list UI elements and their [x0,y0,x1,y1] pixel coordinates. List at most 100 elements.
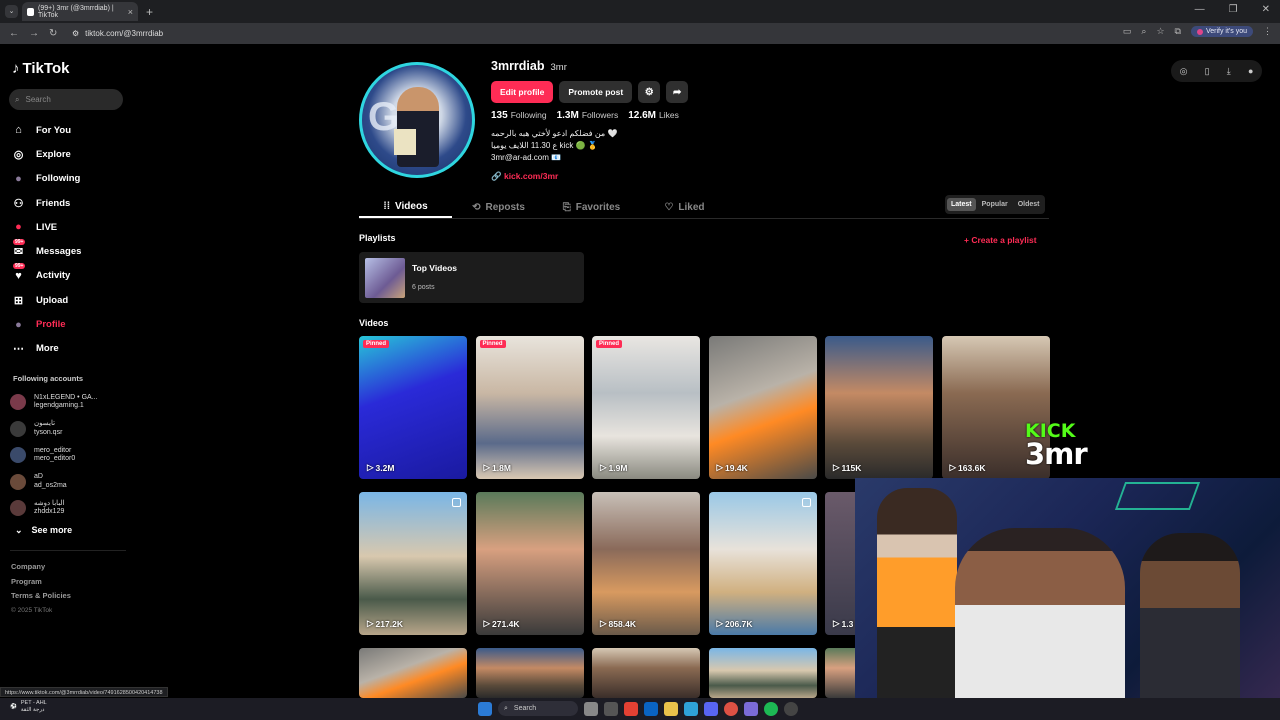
account-handle: tyson.qsr [34,428,63,436]
video-thumbnail[interactable]: Pinned ▷ 1.9M [592,336,700,479]
sidebar-item-explore[interactable]: ◎ Explore [10,142,81,166]
webcam-person-boy [1140,533,1240,720]
bookmark-star-icon[interactable]: ☆ [1156,26,1164,37]
video-thumbnail[interactable]: ▷ 19.4K [708,336,817,479]
app-icon[interactable] [744,701,758,716]
video-thumbnail[interactable]: Pinned ▷ 3.2M [359,336,467,479]
browser-tab[interactable]: (99+) 3mr (@3mrrdiab) | TikTok × [22,2,138,21]
verify-profile-button[interactable]: Verify it's you [1190,26,1253,37]
tab-reposts[interactable]: ⟲ Reposts [452,196,545,218]
sidebar-item-live[interactable]: ● LIVE [10,215,81,239]
video-thumbnail[interactable]: ▷ 858.4K [592,492,700,635]
discord-icon[interactable] [704,701,718,716]
sort-popular[interactable]: Popular [978,198,1012,211]
sidebar-item-following[interactable]: ● Following [10,167,81,191]
video-thumbnail[interactable]: ▷ 115K [825,336,933,479]
minimize-icon[interactable]: — [1195,4,1205,15]
following-account[interactable]: mero_editor mero_editor0 [10,442,98,469]
tab-videos[interactable]: ⁞⁞ Videos [359,196,452,218]
close-window-icon[interactable]: ✕ [1262,4,1270,15]
profile-avatar[interactable]: G [359,62,475,178]
video-thumbnail[interactable]: ▷ 271.4K [475,492,584,635]
footer-link-terms[interactable]: Terms & Policies [11,589,71,604]
create-playlist-button[interactable]: + Create a playlist [964,235,1037,245]
promote-post-button[interactable]: Promote post [559,81,633,103]
close-tab-icon[interactable]: × [128,7,133,17]
video-thumbnail[interactable] [592,648,700,698]
sidebar-item-activity[interactable]: ♥ 99+ Activity [10,263,81,288]
sort-oldest[interactable]: Oldest [1014,198,1044,211]
video-thumbnail[interactable] [708,648,817,698]
right-toolbar: ◎ ▯ ⤓ ● [1171,60,1262,82]
browser-tabbar: ⌄ (99+) 3mr (@3mrrdiab) | TikTok × + — ❐… [0,0,1280,23]
video-thumbnail[interactable]: ▷ 206.7K [708,492,817,635]
share-icon[interactable]: ➦ [666,81,689,103]
taskbar-search[interactable]: ⌕ Search [498,701,578,716]
following-account[interactable]: N1xLEGEND • GA... legendgaming.1 [10,389,98,416]
following-account[interactable]: aD ad_os2ma [10,469,98,496]
extensions-icon[interactable]: ⧉ [1175,26,1181,37]
maximize-icon[interactable]: ❐ [1229,4,1238,15]
reload-icon[interactable]: ↻ [49,28,60,39]
bio-link[interactable]: 🔗 kick.com/3mr [491,171,558,182]
tiktok-logo[interactable]: ♪ TikTok [12,60,69,77]
verify-label: Verify it's you [1205,28,1247,35]
view-count-text: 271.4K [492,618,520,629]
see-more-button[interactable]: ⌄ See more [15,525,72,536]
video-thumbnail[interactable]: ▷ 217.2K [359,492,467,635]
settings-gear-icon[interactable] [784,701,798,716]
weather-widget[interactable]: ⚽ PET - AHL درجة الثقة [10,700,47,714]
url-field[interactable]: ⚙ tiktok.com/@3mrrdiab [72,29,163,38]
avatar [10,394,26,411]
outlook-icon[interactable] [644,701,658,716]
video-thumbnail[interactable] [359,648,467,698]
sidebar-item-label: Following [36,173,81,185]
sidebar-item-more[interactable]: ⋯ More [10,337,81,361]
following-account[interactable]: البابا دوشه zhddx129 [10,495,98,522]
new-tab-button[interactable]: + [146,5,153,19]
likes-count: 12.6M [628,110,656,121]
sidebar-item-profile[interactable]: ● Profile [10,312,81,336]
tab-liked[interactable]: ♡ Liked [638,196,731,218]
download-icon[interactable]: ⤓ [1227,66,1231,77]
zoom-icon[interactable]: ⌕ [1141,26,1146,37]
app-icon[interactable] [624,701,638,716]
following-account[interactable]: تايسون tyson.qsr [10,416,98,443]
sidebar-item-upload[interactable]: ⊞ Upload [10,288,81,312]
sidebar-item-friends[interactable]: ⚇ Friends [10,191,81,215]
forward-icon[interactable]: → [29,28,40,39]
device-icon[interactable]: ▯ [1205,66,1210,77]
footer-link-company[interactable]: Company [11,560,71,575]
edit-profile-button[interactable]: Edit profile [491,81,554,103]
search-input[interactable]: ⌕ Search [9,89,123,110]
sort-latest[interactable]: Latest [947,198,976,211]
following-stat[interactable]: 135 Following [491,110,547,121]
settings-icon[interactable]: ⚙ [638,81,661,103]
cast-icon[interactable]: ▭ [1123,26,1132,37]
spotify-icon[interactable] [764,701,778,716]
edge-icon[interactable] [684,701,698,716]
site-info-icon[interactable]: ⚙ [72,29,79,38]
back-icon[interactable]: ← [9,28,20,39]
view-count: ▷ 3.2M [367,462,394,473]
chrome-icon[interactable] [724,701,738,716]
tab-list-button[interactable]: ⌄ [5,5,18,18]
footer-link-program[interactable]: Program [11,575,71,590]
profile-avatar-icon: ● [15,318,22,331]
video-thumbnail[interactable] [475,648,584,698]
file-explorer-icon[interactable] [664,701,678,716]
video-thumbnail[interactable]: Pinned ▷ 1.8M [475,336,584,479]
playlist-card[interactable]: Top Videos 6 posts [359,252,584,303]
user-avatar-icon[interactable]: ● [1248,66,1253,76]
tab-favorites[interactable]: ⎘ Favorites [545,196,638,218]
browser-menu-icon[interactable]: ⋮ [1263,26,1272,37]
view-count-text: 1.3 [841,618,854,629]
followers-stat[interactable]: 1.3M Followers [557,110,619,121]
sort-switch: Latest Popular Oldest [945,195,1046,214]
windows-start-icon[interactable] [478,701,492,716]
task-view-icon[interactable] [584,701,598,716]
widgets-icon[interactable] [604,701,618,716]
coins-icon[interactable]: ◎ [1180,66,1188,77]
sidebar-item-for-you[interactable]: ⌂ For You [10,118,81,142]
sidebar-item-messages[interactable]: ✉ 99+ Messages [10,239,81,263]
